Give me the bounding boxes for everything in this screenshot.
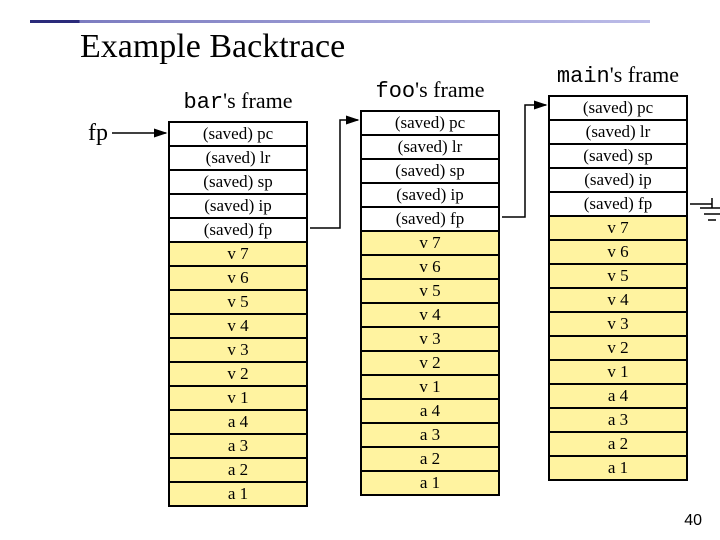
cell-saved: (saved) sp	[169, 170, 307, 194]
fp-pointer-label: fp	[88, 120, 108, 147]
cell-local: v 7	[361, 231, 499, 255]
frame-funcname-bar: bar	[184, 90, 224, 115]
frame-label-main: main's frame	[548, 62, 688, 89]
cell-saved: (saved) sp	[549, 144, 687, 168]
page-number: 40	[684, 512, 702, 530]
cell-local: v 3	[549, 312, 687, 336]
cell-local: a 1	[169, 482, 307, 506]
cell-saved: (saved) pc	[361, 111, 499, 135]
cell-local: v 4	[169, 314, 307, 338]
cell-local: v 5	[549, 264, 687, 288]
cell-saved: (saved) sp	[361, 159, 499, 183]
frame-suffix-foo: 's frame	[415, 77, 484, 102]
cell-local: v 3	[361, 327, 499, 351]
cell-local: v 2	[361, 351, 499, 375]
cell-local: v 1	[169, 386, 307, 410]
cell-local: a 1	[361, 471, 499, 495]
stack-frame-foo: foo's frame (saved) pc (saved) lr (saved…	[360, 77, 500, 496]
cell-local: v 4	[361, 303, 499, 327]
cell-local: a 2	[549, 432, 687, 456]
frame-cells-main: (saved) pc (saved) lr (saved) sp (saved)…	[548, 95, 688, 481]
frame-label-foo: foo's frame	[360, 77, 500, 104]
cell-saved: (saved) lr	[169, 146, 307, 170]
cell-local: a 2	[169, 458, 307, 482]
cell-saved: (saved) lr	[361, 135, 499, 159]
cell-local: v 7	[169, 242, 307, 266]
cell-local: a 2	[361, 447, 499, 471]
cell-local: v 4	[549, 288, 687, 312]
cell-local: a 3	[361, 423, 499, 447]
cell-saved: (saved) fp	[169, 218, 307, 242]
cell-local: v 2	[169, 362, 307, 386]
cell-local: v 2	[549, 336, 687, 360]
cell-saved: (saved) pc	[549, 96, 687, 120]
cell-local: a 4	[169, 410, 307, 434]
cell-local: v 1	[361, 375, 499, 399]
cell-saved: (saved) lr	[549, 120, 687, 144]
cell-local: a 3	[549, 408, 687, 432]
cell-local: v 5	[169, 290, 307, 314]
cell-saved: (saved) pc	[169, 122, 307, 146]
cell-local: v 5	[361, 279, 499, 303]
ground-icon	[700, 198, 720, 228]
cell-local: a 3	[169, 434, 307, 458]
cell-saved: (saved) fp	[361, 207, 499, 231]
cell-local: v 1	[549, 360, 687, 384]
cell-local: a 4	[361, 399, 499, 423]
cell-saved: (saved) ip	[549, 168, 687, 192]
cell-saved: (saved) ip	[169, 194, 307, 218]
frame-label-bar: bar's frame	[168, 88, 308, 115]
cell-local: a 4	[549, 384, 687, 408]
cell-local: v 3	[169, 338, 307, 362]
cell-local: v 7	[549, 216, 687, 240]
frame-suffix-main: 's frame	[610, 62, 679, 87]
frame-cells-bar: (saved) pc (saved) lr (saved) sp (saved)…	[168, 121, 308, 507]
cell-local: v 6	[361, 255, 499, 279]
cell-local: a 1	[549, 456, 687, 480]
frame-funcname-foo: foo	[376, 79, 416, 104]
cell-local: v 6	[169, 266, 307, 290]
frame-suffix-bar: 's frame	[223, 88, 292, 113]
stack-frame-bar: bar's frame (saved) pc (saved) lr (saved…	[168, 88, 308, 507]
cell-saved: (saved) ip	[361, 183, 499, 207]
stack-frame-main: main's frame (saved) pc (saved) lr (save…	[548, 62, 688, 481]
cell-local: v 6	[549, 240, 687, 264]
frame-cells-foo: (saved) pc (saved) lr (saved) sp (saved)…	[360, 110, 500, 496]
frame-funcname-main: main	[557, 64, 610, 89]
cell-saved: (saved) fp	[549, 192, 687, 216]
slide-title: Example Backtrace	[80, 28, 345, 66]
accent-rule	[30, 20, 650, 23]
